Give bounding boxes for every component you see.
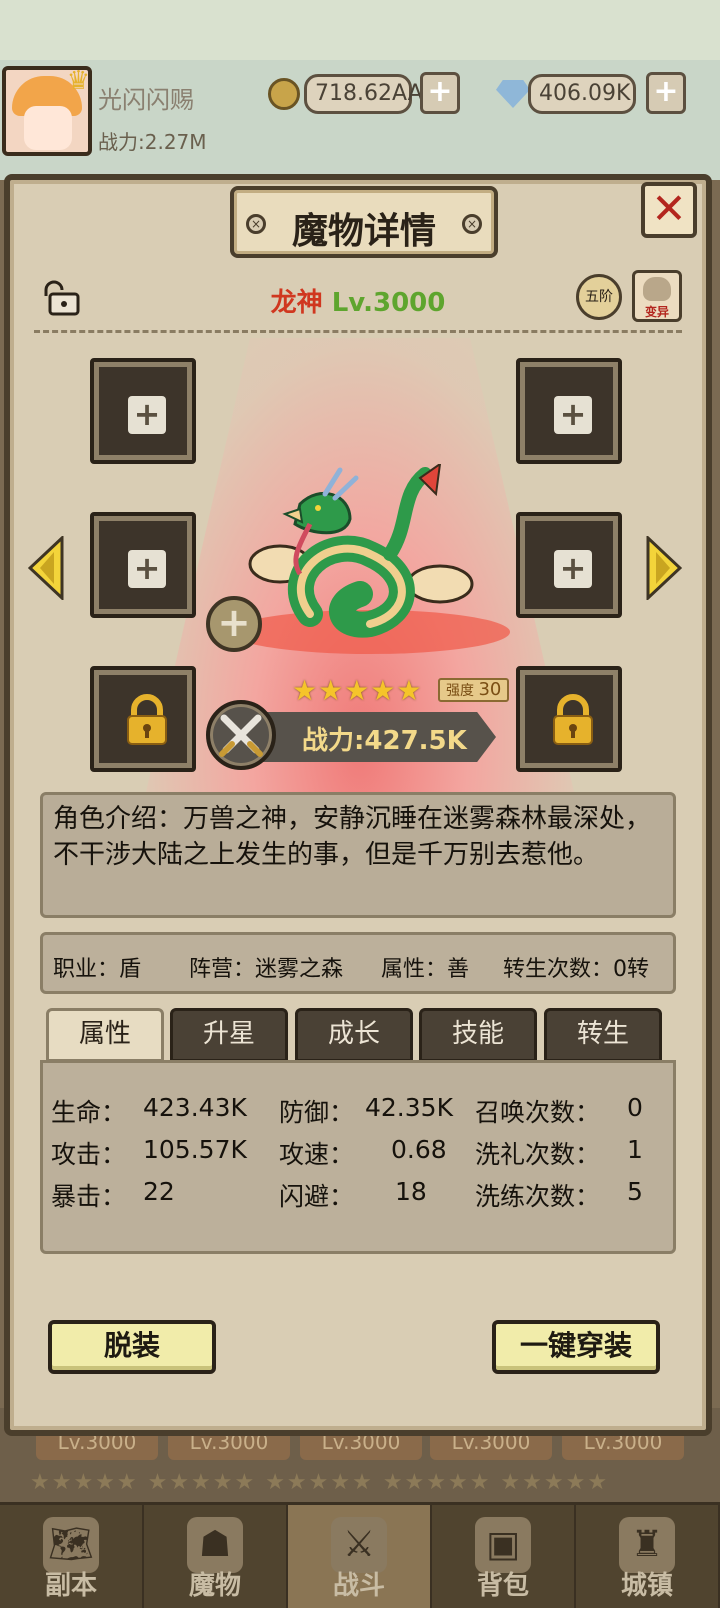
monster-name: 龙神: [270, 288, 323, 318]
player-power: 战力:2.27M: [98, 130, 207, 154]
skull-icon: [643, 277, 671, 301]
nav-label: 魔物: [188, 1571, 241, 1601]
tab-star-up[interactable]: 升星: [170, 1008, 288, 1062]
mutate-label: 变异: [644, 305, 669, 319]
atk-value: 105.57K: [143, 1135, 247, 1164]
mutate-button[interactable]: 变异: [632, 270, 682, 322]
nav-item-dungeon[interactable]: 🗺 副本: [0, 1505, 144, 1608]
tab-attributes[interactable]: 属性: [46, 1008, 164, 1062]
add-diamond-button[interactable]: +: [646, 72, 686, 114]
dialog-title-plate: × 魔物详情 ×: [230, 186, 498, 258]
combat-power: 战力:427.5K: [302, 726, 467, 756]
tab-rebirth[interactable]: 转生: [544, 1008, 662, 1062]
tab-growth[interactable]: 成长: [295, 1008, 413, 1062]
avatar-face: [24, 106, 72, 150]
monster-description: 角色介绍：万兽之神，安静沉睡在迷雾森林最深处，不干涉大陆之上发生的事，但是千万别…: [40, 792, 676, 918]
player-name: 光闪闪赐: [98, 86, 194, 114]
equip-slot-1[interactable]: +: [90, 358, 196, 464]
lock-icon: [553, 694, 593, 745]
plus-icon: +: [554, 396, 592, 434]
tab-skills[interactable]: 技能: [419, 1008, 537, 1062]
gold-amount: 718.62AA: [304, 74, 423, 114]
star-rating: ★★★★★: [292, 674, 423, 707]
monster-detail-dialog: × 魔物详情 × ✕ 龙神 Lv.3000 五阶 变异 + + + + + ★★…: [4, 174, 712, 1436]
summon-value: 0: [627, 1093, 643, 1122]
team-stars-row: ★★★★★ ★★★★★ ★★★★★ ★★★★★ ★★★★★: [30, 1470, 610, 1494]
player-avatar[interactable]: ♛: [2, 66, 92, 156]
monster-info-row: 职业：盾 阵营：迷雾之森 属性：善 转生次数：0转: [40, 932, 676, 994]
bolt-icon: ×: [462, 214, 482, 234]
equip-slot-3[interactable]: +: [90, 512, 196, 618]
hp-label: 生命：: [51, 1098, 127, 1127]
gold-coin-icon: [268, 78, 300, 110]
equip-slot-locked-2[interactable]: [516, 666, 622, 772]
refine-label: 洗练次数：: [475, 1182, 601, 1211]
nav-item-town[interactable]: ♜ 城镇: [576, 1505, 720, 1608]
lock-icon: [127, 694, 167, 745]
diamond-amount: 406.09K: [528, 74, 636, 114]
nav-label: 副本: [44, 1571, 97, 1601]
header-stripe: [0, 0, 720, 60]
rebirth-info: 转生次数：0转: [503, 957, 649, 982]
equip-all-button[interactable]: 一键穿装: [492, 1320, 660, 1374]
job-info: 职业：盾: [53, 957, 142, 982]
spd-value: 0.68: [391, 1135, 447, 1164]
equip-slot-4[interactable]: +: [516, 512, 622, 618]
nav-label: 战斗: [332, 1571, 385, 1601]
crit-value: 22: [143, 1177, 175, 1206]
crossed-swords-icon: [206, 700, 276, 770]
nav-label: 城镇: [620, 1571, 673, 1601]
def-label: 防御：: [279, 1098, 355, 1127]
nav-item-monster[interactable]: ☗ 魔物: [144, 1505, 288, 1608]
crown-icon: ♛: [66, 66, 90, 96]
alignment-info: 属性：善: [381, 957, 470, 982]
plus-icon: +: [554, 550, 592, 588]
unequip-button[interactable]: 脱装: [48, 1320, 216, 1374]
def-value: 42.35K: [365, 1093, 453, 1122]
dodge-label: 闪避：: [279, 1182, 355, 1211]
monster-level: Lv.3000: [331, 288, 446, 318]
bottom-nav: 🗺 副本 ☗ 魔物 ⚔ 战斗 ▣ 背包 ♜ 城镇: [0, 1502, 720, 1608]
nav-label: 背包: [476, 1571, 529, 1601]
nav-item-battle[interactable]: ⚔ 战斗: [288, 1505, 432, 1608]
equip-slot-2[interactable]: +: [516, 358, 622, 464]
close-button[interactable]: ✕: [641, 182, 697, 238]
dragon-monster-image: [248, 464, 474, 638]
spd-label: 攻速：: [279, 1140, 355, 1169]
summon-label: 召唤次数：: [475, 1098, 601, 1127]
add-gold-button[interactable]: +: [420, 72, 460, 114]
plus-icon: +: [128, 550, 166, 588]
baptism-value: 1: [627, 1135, 643, 1164]
add-monster-button[interactable]: +: [206, 596, 262, 652]
dialog-title: 魔物详情: [291, 211, 436, 252]
arrow-right-icon[interactable]: [646, 536, 682, 600]
rank-badge: 五阶: [576, 274, 622, 320]
baptism-label: 洗礼次数：: [475, 1140, 601, 1169]
crit-label: 暴击：: [51, 1182, 127, 1211]
detail-tabs: 属性 升星 成长 技能 转生: [46, 1008, 666, 1062]
refine-value: 5: [627, 1177, 643, 1206]
nav-item-backpack[interactable]: ▣ 背包: [432, 1505, 576, 1608]
equip-slot-locked-1[interactable]: [90, 666, 196, 772]
divider: [34, 330, 682, 333]
camp-info: 阵营：迷雾之森: [189, 957, 344, 982]
hp-value: 423.43K: [143, 1093, 247, 1122]
plus-icon: +: [128, 396, 166, 434]
strength-value: 30: [478, 679, 502, 700]
arrow-left-icon[interactable]: [28, 536, 64, 600]
dodge-value: 18: [395, 1177, 427, 1206]
strength-label: 强度: [446, 683, 474, 699]
strength-badge: 强度 30: [438, 678, 510, 702]
atk-label: 攻击：: [51, 1140, 127, 1169]
attributes-panel: 生命： 423.43K 防御： 42.35K 召唤次数： 0 攻击： 105.5…: [40, 1060, 676, 1254]
